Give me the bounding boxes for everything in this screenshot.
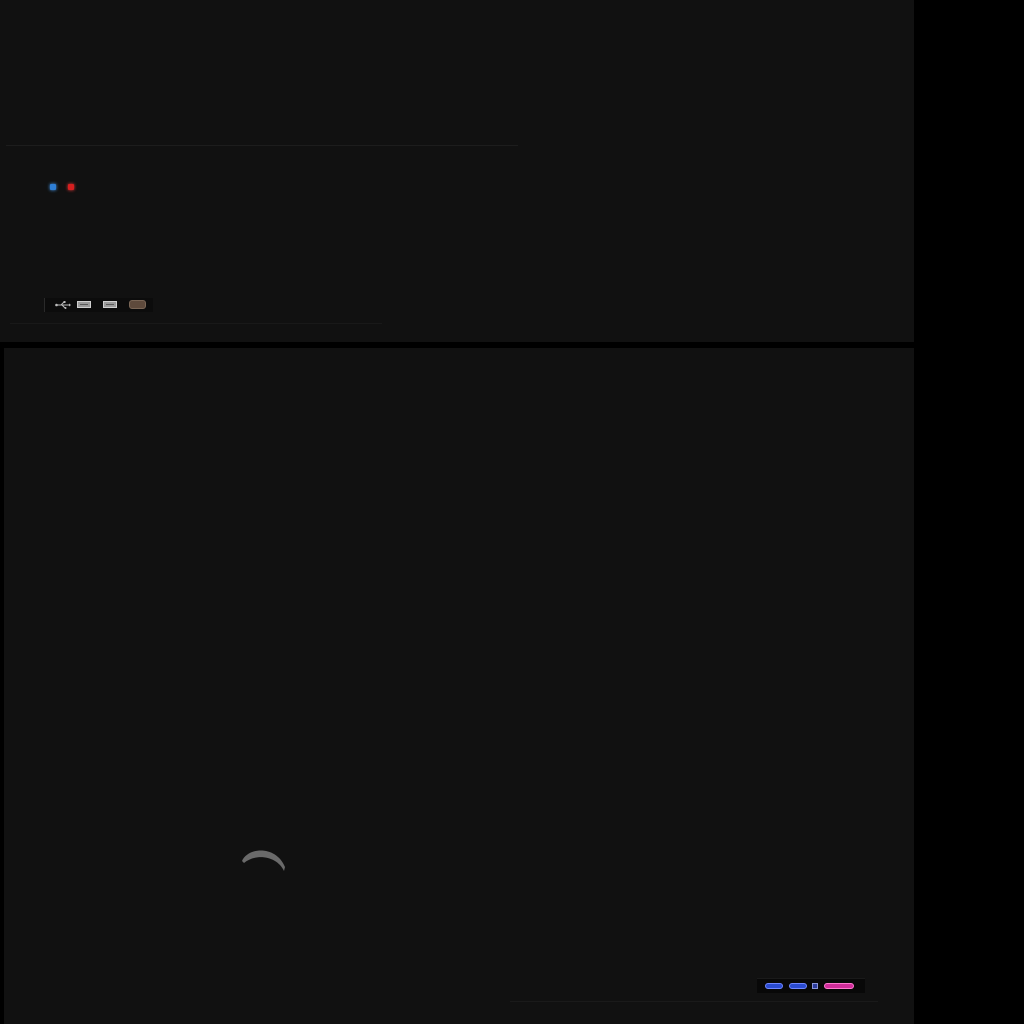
divider [10, 323, 382, 324]
small-port-icon [812, 983, 818, 989]
rear-port-strip [757, 978, 865, 993]
bottom-panel [4, 348, 914, 1024]
vga-port-icon [765, 983, 783, 989]
usb-symbol-icon [55, 301, 71, 309]
vga-port-icon [789, 983, 807, 989]
parallel-port-icon [824, 983, 854, 989]
top-panel [0, 0, 914, 342]
screen [0, 0, 1024, 1024]
power-led-icon [50, 184, 56, 190]
usb-port-icon [77, 301, 91, 308]
loading-spinner-icon [242, 850, 285, 871]
usb-port-icon [103, 301, 117, 308]
audio-jack-icon [129, 300, 146, 309]
front-port-strip [44, 298, 153, 312]
activity-led-icon [68, 184, 74, 190]
divider [6, 145, 518, 146]
divider [510, 1001, 878, 1002]
